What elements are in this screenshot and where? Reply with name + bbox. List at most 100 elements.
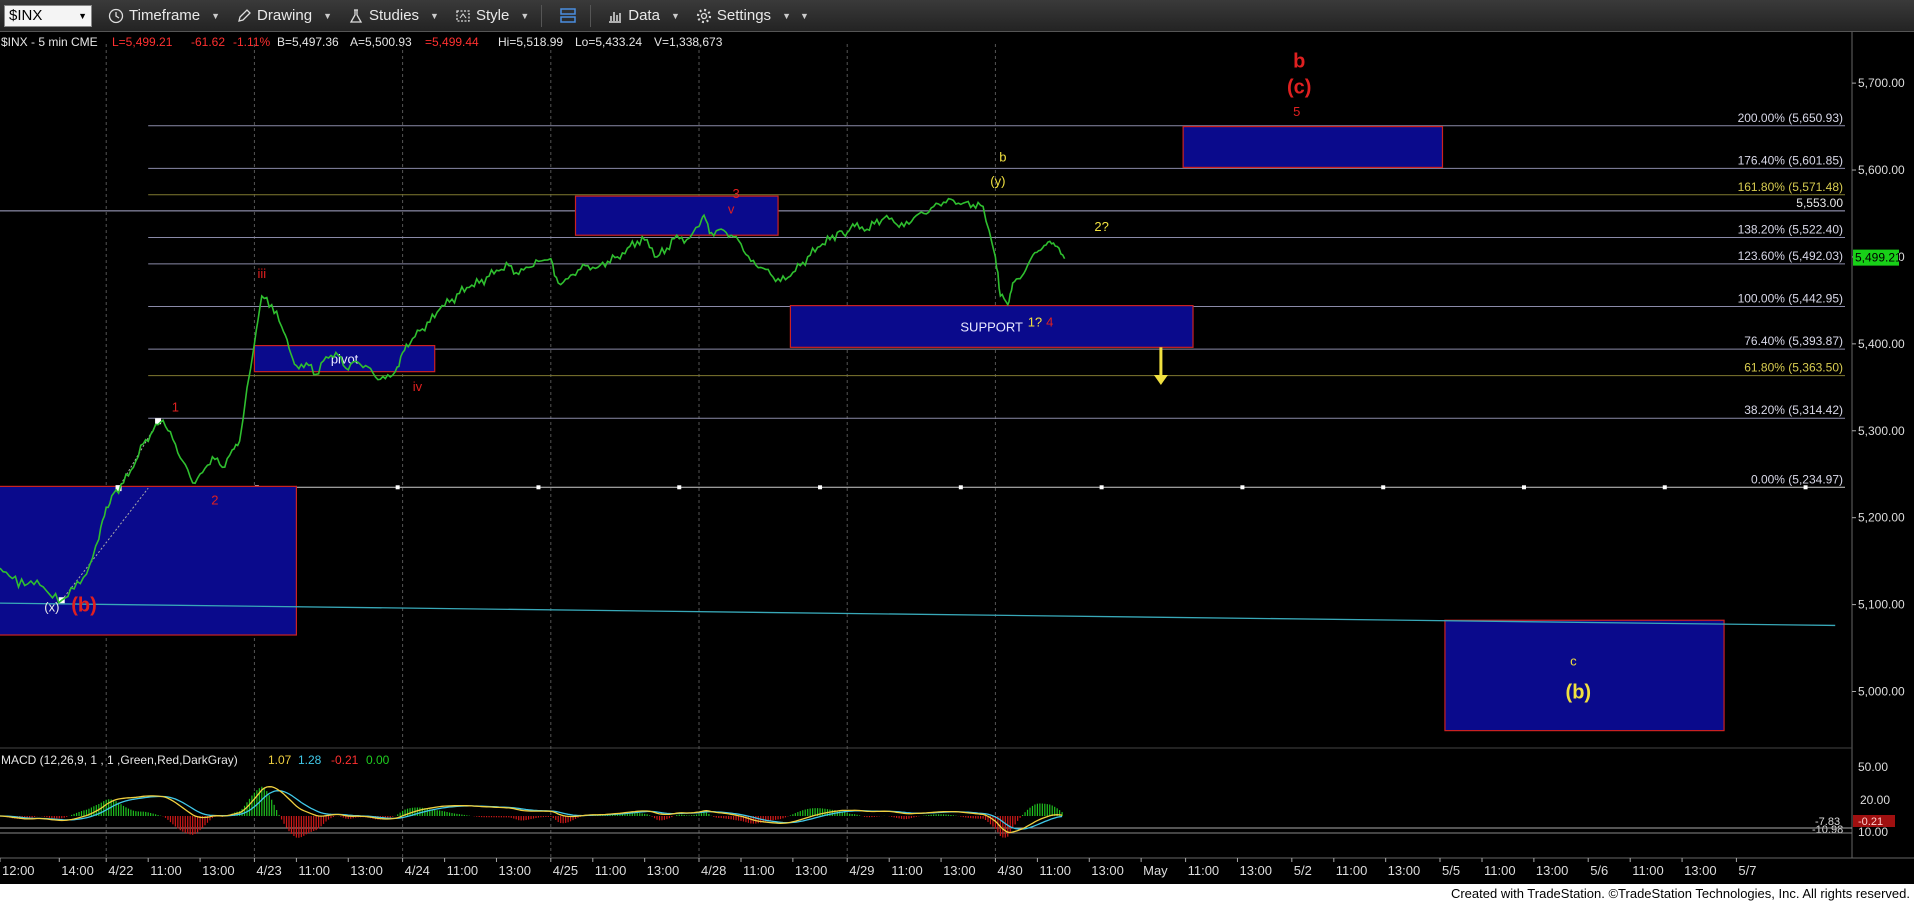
style-label: Style bbox=[475, 7, 510, 24]
wave-label: iv bbox=[413, 379, 423, 394]
time-tick-label: 14:00 bbox=[61, 863, 94, 878]
time-tick-label: 13:00 bbox=[943, 863, 976, 878]
low-readout: Lo=5,433.24 bbox=[575, 35, 642, 49]
wave-label: c bbox=[1570, 653, 1577, 668]
time-tick-label: 11:00 bbox=[1632, 863, 1664, 878]
time-tick-label: 13:00 bbox=[350, 863, 383, 878]
price-tick-label: 5,400.00 bbox=[1858, 337, 1905, 351]
time-tick-label: 5/7 bbox=[1738, 863, 1756, 878]
time-tick-label: May bbox=[1143, 863, 1168, 878]
chevron-down-icon: ▼ bbox=[782, 10, 791, 21]
fib-level-label: 138.20% (5,522.40) bbox=[1738, 222, 1843, 236]
symbol-dropdown-icon[interactable]: ▼ bbox=[78, 11, 87, 21]
fib-dot-marker bbox=[1381, 485, 1386, 490]
wave-label: v bbox=[728, 201, 735, 216]
symbol-input[interactable]: $INX ▼ bbox=[4, 4, 92, 27]
chevron-down-icon: ▼ bbox=[323, 10, 332, 21]
time-tick-label: 13:00 bbox=[1239, 863, 1272, 878]
time-tick-label: 11:00 bbox=[743, 863, 775, 878]
time-tick-label: 5/6 bbox=[1590, 863, 1608, 878]
price-tick-label: 5,600.00 bbox=[1858, 163, 1905, 177]
fib-dot-marker bbox=[1521, 485, 1526, 490]
toolbar-divider bbox=[590, 4, 592, 27]
time-tick-label: 13:00 bbox=[647, 863, 680, 878]
last-price-readout: L=5,499.21 bbox=[112, 35, 173, 49]
fib-level-label: 176.40% (5,601.85) bbox=[1738, 153, 1843, 167]
fib-dot-marker bbox=[395, 485, 400, 490]
style-icon bbox=[456, 9, 470, 22]
layout-toggle[interactable] bbox=[558, 7, 578, 25]
clock-icon bbox=[108, 8, 124, 23]
data-label: Data bbox=[628, 7, 660, 24]
toolbar-divider bbox=[541, 4, 543, 27]
price-tick-label: 5,300.00 bbox=[1858, 424, 1905, 438]
drawing-label: Drawing bbox=[257, 7, 313, 24]
macd-title: MACD (12,26,9, 1 , 1 ,Green,Red,DarkGray… bbox=[1, 753, 238, 767]
chevron-down-icon: ▼ bbox=[670, 10, 680, 21]
time-tick-label: 13:00 bbox=[1684, 863, 1717, 878]
price-tick-label: 5,200.00 bbox=[1858, 511, 1905, 525]
studies-menu[interactable]: Studies ▼ bbox=[348, 7, 439, 24]
time-tick-label: 5/5 bbox=[1442, 863, 1460, 878]
data-menu[interactable]: Data ▼ bbox=[607, 7, 680, 24]
time-tick-label: 13:00 bbox=[1091, 863, 1124, 878]
price-chart[interactable]: $INX - 5 min CME L=5,499.21 -61.62 -1.11… bbox=[0, 32, 1914, 884]
chevron-down-icon: ▼ bbox=[520, 10, 530, 21]
symbol-info: $INX - 5 min CME bbox=[1, 35, 98, 49]
last2-readout: =5,499.44 bbox=[425, 35, 479, 49]
macd-value: 1.07 bbox=[268, 753, 292, 767]
change-readout: -61.62 bbox=[191, 35, 225, 49]
target-box bbox=[1182, 125, 1444, 169]
fib-dot-marker bbox=[1240, 485, 1245, 490]
bid-readout: B=5,497.36 bbox=[277, 35, 339, 49]
timeframe-menu[interactable]: Timeframe ▼ bbox=[108, 7, 220, 24]
fib-dot-marker bbox=[958, 485, 963, 490]
macd-signal-value: 1.28 bbox=[298, 753, 322, 767]
wave-label: b bbox=[1293, 50, 1305, 72]
panel-layout-icon bbox=[560, 7, 576, 23]
chevron-down-icon: ▼ bbox=[430, 10, 439, 21]
settings-label: Settings bbox=[716, 7, 772, 24]
pencil-icon bbox=[238, 8, 251, 22]
time-tick-label: 11:00 bbox=[150, 863, 182, 878]
fib-level-label: 161.80% (5,571.48) bbox=[1738, 180, 1843, 194]
symbol-value: $INX bbox=[9, 7, 43, 24]
target-box bbox=[574, 195, 779, 236]
wave-label: 1? bbox=[1028, 314, 1042, 329]
price-tick-label: 5,100.00 bbox=[1858, 598, 1905, 612]
time-tick-label: 4/29 bbox=[849, 863, 874, 878]
wave-label: iii bbox=[257, 266, 266, 281]
settings-menu[interactable]: Settings ▼ ▼ bbox=[696, 7, 809, 24]
style-menu[interactable]: Style ▼ bbox=[455, 7, 529, 24]
wave-label: 4 bbox=[1046, 314, 1053, 329]
wave-label: (b) bbox=[71, 595, 97, 617]
fib-level-label: 38.20% (5,314.42) bbox=[1744, 403, 1843, 417]
gear-icon bbox=[696, 8, 711, 23]
time-tick-label: 11:00 bbox=[1039, 863, 1071, 878]
toolbar: $INX ▼ Timeframe ▼ Drawing ▼ Studies ▼ S… bbox=[0, 0, 1914, 32]
time-tick-label: 13:00 bbox=[1536, 863, 1569, 878]
time-tick-label: 11:00 bbox=[595, 863, 627, 878]
wave-label: b bbox=[999, 149, 1006, 164]
time-tick-label: 13:00 bbox=[202, 863, 235, 878]
chevron-down-icon: ▼ bbox=[211, 10, 221, 21]
studies-label: Studies bbox=[369, 7, 420, 24]
time-tick-label: 11:00 bbox=[447, 863, 479, 878]
flask-icon bbox=[349, 8, 363, 23]
timeframe-label: Timeframe bbox=[129, 7, 201, 24]
time-tick-label: 12:00 bbox=[2, 863, 35, 878]
fib-level-label: 76.40% (5,393.87) bbox=[1744, 334, 1843, 348]
time-tick-label: 4/28 bbox=[701, 863, 726, 878]
footer-credit: Created with TradeStation. ©TradeStation… bbox=[0, 884, 1914, 904]
wave-label: 1 bbox=[172, 400, 179, 415]
time-tick-label: 4/23 bbox=[256, 863, 281, 878]
macd-axis-label: 20.00 bbox=[1860, 793, 1890, 807]
drawing-menu[interactable]: Drawing ▼ bbox=[236, 7, 332, 24]
macd-tag: -0.21 bbox=[1858, 816, 1883, 828]
macd-zero-value: 0.00 bbox=[366, 753, 390, 767]
time-tick-label: 13:00 bbox=[795, 863, 828, 878]
fib-dot-marker bbox=[1662, 485, 1667, 490]
fib-level-label: 200.00% (5,650.93) bbox=[1738, 111, 1843, 125]
wave-label: 3 bbox=[732, 186, 739, 201]
overflow-caret-icon[interactable]: ▼ bbox=[800, 11, 809, 21]
